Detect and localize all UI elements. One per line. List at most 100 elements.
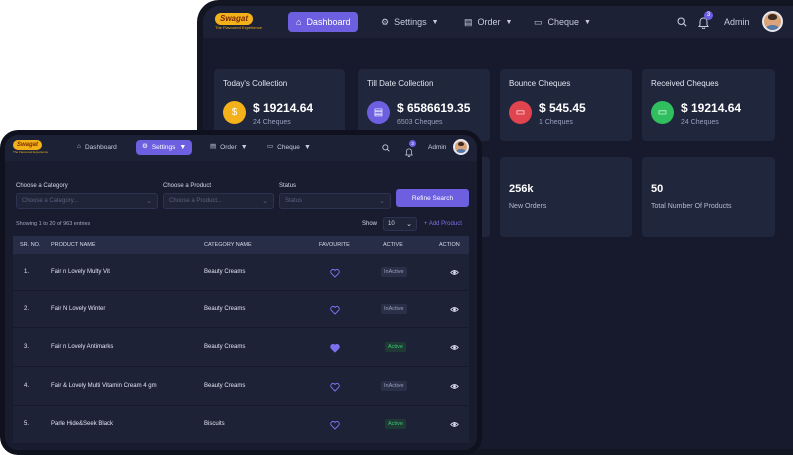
eye-icon[interactable] xyxy=(450,305,459,314)
user-name: Admin xyxy=(428,144,447,151)
chevron-down-icon: ▼ xyxy=(179,144,187,151)
nav-cheque-label: Cheque xyxy=(277,144,300,151)
status-badge: InActive xyxy=(381,304,407,314)
nav-dashboard[interactable]: ⌂ Dashboard xyxy=(288,12,359,32)
stat-card-received-cheques: Received Cheques ▭ $ 19214.64 24 Cheques xyxy=(642,69,775,141)
column-header[interactable]: ACTION xyxy=(439,242,460,248)
user-menu[interactable]: Admin xyxy=(724,12,750,32)
nav-settings-label: Settings xyxy=(151,144,176,151)
show-label: Show xyxy=(362,221,378,227)
stat-title: Today's Collection xyxy=(223,79,288,88)
stat-value: $ 19214.64 xyxy=(253,101,314,115)
row-product-name: Fair & Lovely Multi Vitamin Cream 4 gm xyxy=(51,383,157,389)
nav-dashboard[interactable]: ⌂ Dashboard xyxy=(71,140,123,155)
product-select[interactable]: Choose a Product... ⌄ xyxy=(163,193,274,209)
user-menu[interactable]: Admin xyxy=(428,140,446,155)
bell-icon[interactable]: 3 xyxy=(698,11,713,34)
logo-tagline: The Flavoured Experience xyxy=(215,25,262,30)
cheque-received-icon: ▭ xyxy=(651,101,674,124)
search-icon[interactable] xyxy=(669,12,695,32)
stat-value: $ 19214.64 xyxy=(681,101,742,115)
status-filter-label: Status xyxy=(279,183,297,189)
chevron-down-icon: ⌄ xyxy=(262,197,268,205)
row-product-name: Fair N Lovely Winter xyxy=(51,306,106,312)
avatar[interactable] xyxy=(762,11,783,32)
heart-outline-icon[interactable] xyxy=(330,305,340,315)
nav-order[interactable]: ▤ Order ▼ xyxy=(456,12,520,32)
stat-value: $ 6586619.35 xyxy=(397,101,471,115)
eye-icon[interactable] xyxy=(450,420,459,429)
status-badge: Active xyxy=(385,419,406,429)
heart-outline-icon[interactable] xyxy=(330,420,340,430)
chevron-down-icon: ▼ xyxy=(303,144,311,151)
nav-dashboard-label: Dashboard xyxy=(306,17,351,27)
top-navbar: Swagat The Flavoured Experience ⌂ Dashbo… xyxy=(5,135,477,161)
row-category-name: Beauty Creams xyxy=(204,269,246,275)
chevron-down-icon: ⌄ xyxy=(146,197,152,205)
status-select[interactable]: Status ⌄ xyxy=(279,193,391,209)
stat-sub: 1 Cheques xyxy=(539,119,573,126)
heart-outline-icon[interactable] xyxy=(330,382,340,392)
clipboard-icon: ▤ xyxy=(464,16,473,27)
avatar[interactable] xyxy=(453,139,469,155)
product-filter-label: Choose a Product xyxy=(163,183,212,189)
search-icon[interactable] xyxy=(382,140,390,155)
column-header[interactable]: ACTIVE xyxy=(383,242,403,248)
card-icon: ▭ xyxy=(267,143,274,151)
nav-settings[interactable]: ⚙ Settings ▼ xyxy=(136,140,193,155)
category-filter-label: Choose a Category xyxy=(16,183,68,189)
column-header[interactable]: FAVOURITE xyxy=(319,242,350,248)
total-label: Total Number Of Products xyxy=(651,203,732,210)
receipt-icon: ▤ xyxy=(367,101,390,124)
row-category-name: Beauty Creams xyxy=(204,383,246,389)
table-row[interactable]: 4. Fair & Lovely Multi Vitamin Cream 4 gm… xyxy=(13,367,469,406)
nav-cheque[interactable]: ▭ Cheque ▼ xyxy=(261,140,317,155)
table-row[interactable]: 1. Fair n Lovely Multy Vit Beauty Creams In… xyxy=(13,254,469,291)
home-icon: ⌂ xyxy=(296,16,302,27)
category-select[interactable]: Choose a Category... ⌄ xyxy=(16,193,158,209)
row-sr-no: 4. xyxy=(24,383,30,389)
status-badge: Active xyxy=(385,342,406,352)
chevron-down-icon: ⌄ xyxy=(379,197,385,205)
stat-card-bounce-cheques: Bounce Cheques ▭ $ 545.45 1 Cheques xyxy=(500,69,632,141)
eye-icon[interactable] xyxy=(450,382,459,391)
row-sr-no: 1. xyxy=(24,269,30,275)
nav-cheque[interactable]: ▭ Cheque ▼ xyxy=(526,12,599,32)
status-badge: InActive xyxy=(381,267,407,277)
product-select-placeholder: Choose a Product... xyxy=(169,198,223,204)
column-header[interactable]: PRODUCT NAME xyxy=(51,242,96,248)
stat-sub: 24 Cheques xyxy=(253,119,291,126)
notification-count-badge: 3 xyxy=(409,140,416,147)
total-value: 50 xyxy=(651,183,664,195)
category-select-placeholder: Choose a Category... xyxy=(22,198,79,204)
column-header[interactable]: SR. NO. xyxy=(20,242,40,248)
nav-settings[interactable]: ⚙ Settings ▼ xyxy=(373,12,447,32)
bell-icon[interactable]: 3 xyxy=(405,140,416,162)
page-size-value: 10 xyxy=(388,221,395,227)
table-row[interactable]: 3. Fair n Lovely Antimarks Beauty Creams Ac… xyxy=(13,328,469,367)
brand-logo[interactable]: Swagat The Flavoured Experience xyxy=(13,140,48,154)
row-sr-no: 5. xyxy=(24,421,30,427)
table-header: SR. NO. PRODUCT NAME CATEGORY NAME FAVOU… xyxy=(13,236,469,254)
page-size-select[interactable]: 10 ⌄ xyxy=(383,217,417,231)
row-sr-no: 2. xyxy=(24,306,30,312)
cheque-icon: ▭ xyxy=(509,101,532,124)
eye-icon[interactable] xyxy=(450,343,459,352)
nav-order[interactable]: ▤ Order ▼ xyxy=(204,140,254,155)
column-header[interactable]: CATEGORY NAME xyxy=(204,242,252,248)
refine-search-button[interactable]: Refine Search xyxy=(396,189,469,207)
chevron-down-icon: ▼ xyxy=(240,144,248,151)
row-product-name: Fair n Lovely Antimarks xyxy=(51,344,114,350)
total-label: New Orders xyxy=(509,203,547,210)
heart-filled-icon[interactable] xyxy=(330,343,340,353)
add-product-link[interactable]: + Add Product xyxy=(424,221,462,227)
nav-cheque-label: Cheque xyxy=(547,17,580,27)
gear-icon: ⚙ xyxy=(381,16,390,27)
heart-outline-icon[interactable] xyxy=(330,268,340,278)
notification-count-badge: 3 xyxy=(704,11,713,20)
eye-icon[interactable] xyxy=(450,268,459,277)
row-sr-no: 3. xyxy=(24,344,30,350)
brand-logo[interactable]: Swagat The Flavoured Experience xyxy=(215,13,262,30)
table-row[interactable]: 5. Parle Hide&Seek Black Biscuits Active xyxy=(13,406,469,444)
table-row[interactable]: 2. Fair N Lovely Winter Beauty Creams InAct… xyxy=(13,291,469,328)
